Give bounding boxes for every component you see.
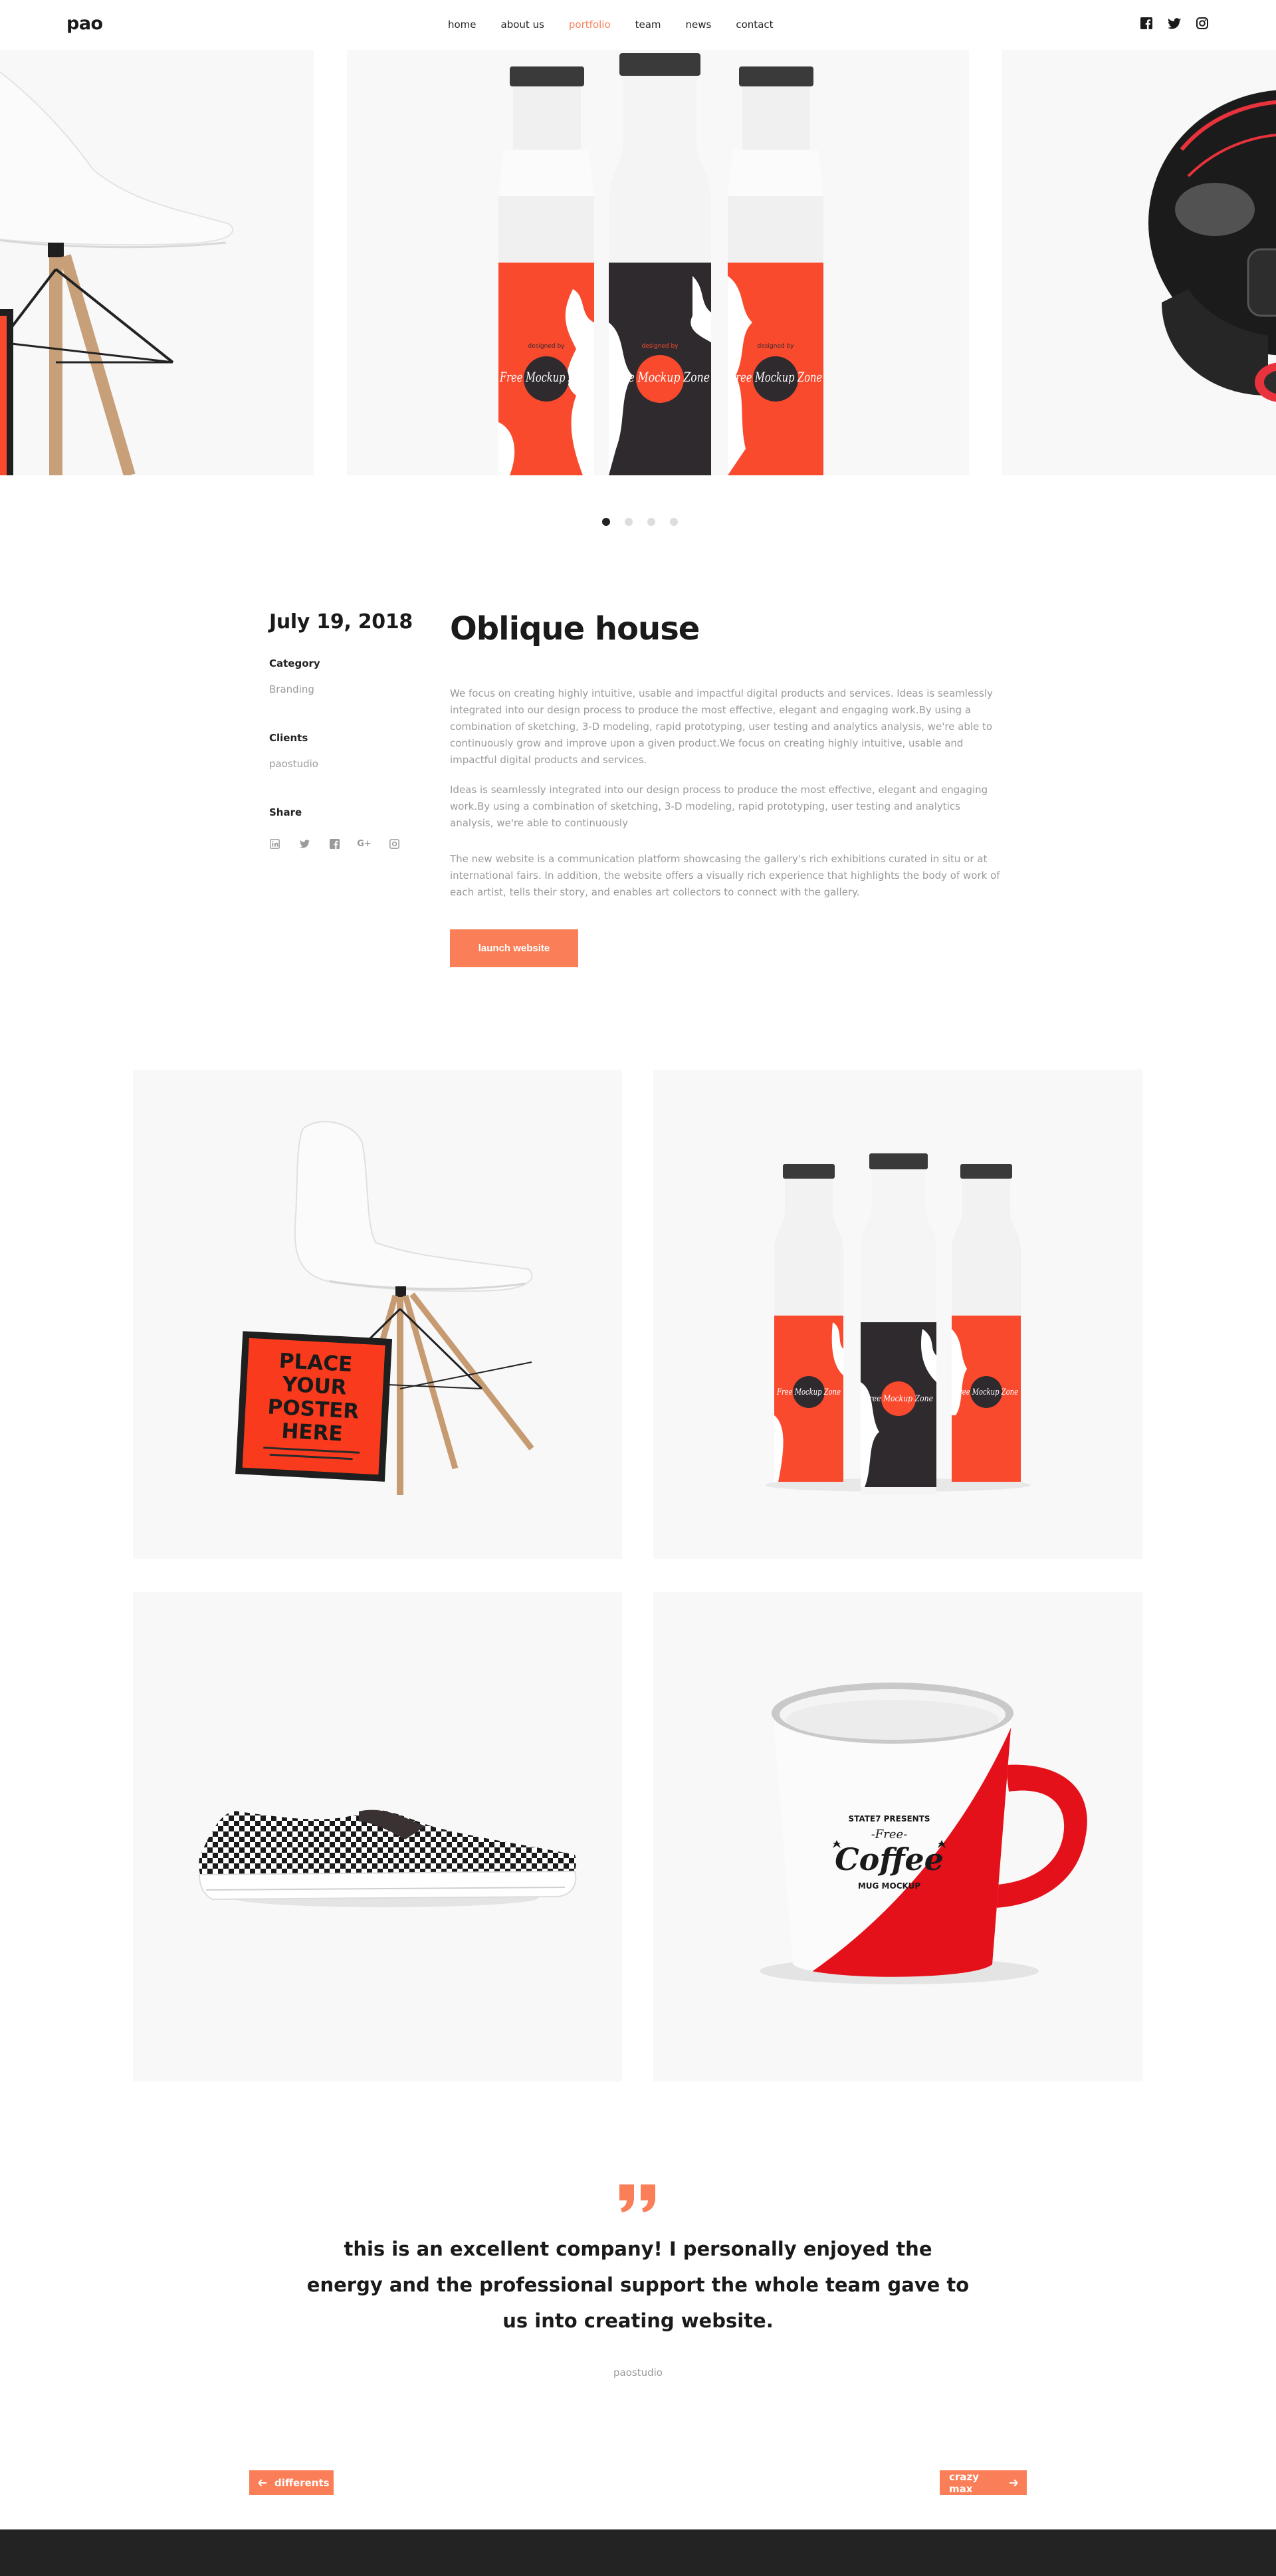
poster-line-3: POSTER [267, 1395, 360, 1423]
site-header: pao home about us portfolio team news co… [0, 0, 1276, 50]
bottle-label-small: designed by [757, 343, 794, 350]
instagram-icon[interactable] [1195, 16, 1210, 31]
project-paragraph-1: We focus on creating highly intuitive, u… [450, 687, 993, 766]
main-nav: home about us portfolio team news contac… [448, 19, 798, 31]
gallery-tile-bottles[interactable]: Free Mockup Zone Free Mockup Zone Free M… [653, 1070, 1142, 1559]
nav-portfolio[interactable]: portfolio [569, 19, 611, 31]
arrow-right-icon [1010, 2477, 1019, 2489]
project-description: Oblique house We focus on creating highl… [450, 610, 1002, 967]
sneaker-image [198, 1810, 577, 1907]
facebook-icon[interactable] [329, 838, 340, 849]
carousel-slide-chair[interactable] [0, 50, 314, 475]
nav-home[interactable]: home [448, 19, 477, 31]
mug-text-free: -Free- [871, 1827, 908, 1841]
linkedin-icon[interactable] [269, 838, 280, 849]
project-paragraph-3: The new website is a communication platf… [450, 853, 1000, 898]
carousel-dot-1[interactable] [602, 518, 610, 526]
nav-news[interactable]: news [686, 19, 712, 31]
facebook-icon[interactable] [1139, 16, 1154, 31]
previous-project-button[interactable]: differents [249, 2470, 334, 2495]
poster-line-4: HERE [281, 1419, 344, 1447]
bottle-label-brand: Free Mockup Zone [863, 1394, 933, 1404]
carousel-slide-helmet[interactable] [1002, 50, 1276, 475]
bottle-label-brand: Free Mockup Zone [776, 1387, 841, 1397]
share-label: Share [269, 806, 302, 818]
launch-website-button[interactable]: launch website [450, 929, 578, 967]
bottles-image: Free Mockup Zone Free Mockup Zone Free M… [765, 1153, 1031, 1495]
carousel-dot-2[interactable] [625, 518, 633, 526]
category-value: Branding [269, 683, 314, 695]
share-icons: G+ [269, 838, 399, 849]
coffee-mug-image: STATE7 PRESENTS -Free- Coffee MUG MOCKUP [760, 1683, 1087, 1984]
site-footer [0, 2529, 1276, 2576]
bottle-label-brand: Free Mockup Zone [728, 369, 822, 385]
chair-poster-image: PLACE YOUR POSTER HERE [235, 1121, 534, 1495]
project-meta: July 19, 2018 Category Branding Clients … [269, 610, 422, 849]
mug-text-top: STATE7 PRESENTS [848, 1814, 930, 1823]
previous-project-label: differents [274, 2476, 330, 2489]
bottle-label-brand: Free Mockup Zone [609, 369, 710, 385]
carousel-dot-4[interactable] [670, 518, 678, 526]
instagram-icon[interactable] [389, 838, 399, 849]
carousel-dots [602, 518, 678, 526]
bottle-label-brand: Free Mockup Zone [499, 369, 593, 385]
project-title: Oblique house [450, 610, 700, 647]
carousel-dot-3[interactable] [647, 518, 655, 526]
testimonial-text: this is an excellent company! I personal… [306, 2238, 970, 2332]
portfolio-carousel[interactable]: designed by Free Mockup Zone designed by… [0, 50, 1276, 475]
testimonial-author: paostudio [613, 2367, 663, 2379]
mug-text-bottom: MUG MOCKUP [858, 1881, 920, 1891]
bottles-image: designed by Free Mockup Zone designed by… [498, 53, 823, 475]
bottle-label-small: designed by [641, 343, 679, 350]
bottle-label-small: designed by [528, 343, 565, 350]
logo[interactable]: pao [66, 13, 103, 34]
carousel-slide-bottles[interactable]: designed by Free Mockup Zone designed by… [347, 50, 969, 475]
quote-icon [619, 2184, 655, 2212]
gallery-tile-mug[interactable]: STATE7 PRESENTS -Free- Coffee MUG MOCKUP [653, 1592, 1142, 2081]
nav-about-us[interactable]: about us [501, 19, 544, 31]
next-project-button[interactable]: crazy max [940, 2470, 1027, 2495]
mug-text-main: Coffee [835, 1841, 944, 1877]
chair-image [0, 71, 234, 475]
clients-label: Clients [269, 732, 308, 744]
arrow-left-icon [257, 2477, 266, 2489]
next-project-label: crazy max [949, 2470, 979, 2495]
gallery-tile-shoe[interactable] [133, 1592, 622, 2081]
nav-contact[interactable]: contact [736, 19, 773, 31]
category-label: Category [269, 657, 320, 669]
gallery-tile-chair[interactable]: PLACE YOUR POSTER HERE [133, 1070, 622, 1559]
nav-team[interactable]: team [635, 19, 661, 31]
helmet-image [1148, 90, 1276, 402]
clients-value: paostudio [269, 758, 318, 770]
bottle-label-brand: Free Mockup Zone [954, 1387, 1018, 1397]
twitter-icon[interactable] [299, 838, 310, 849]
project-date: July 19, 2018 [269, 610, 413, 634]
project-paragraph-2: Ideas is seamlessly integrated into our … [450, 784, 988, 829]
google-plus-icon[interactable]: G+ [357, 838, 372, 849]
twitter-icon[interactable] [1167, 16, 1182, 31]
header-social [1139, 16, 1210, 31]
